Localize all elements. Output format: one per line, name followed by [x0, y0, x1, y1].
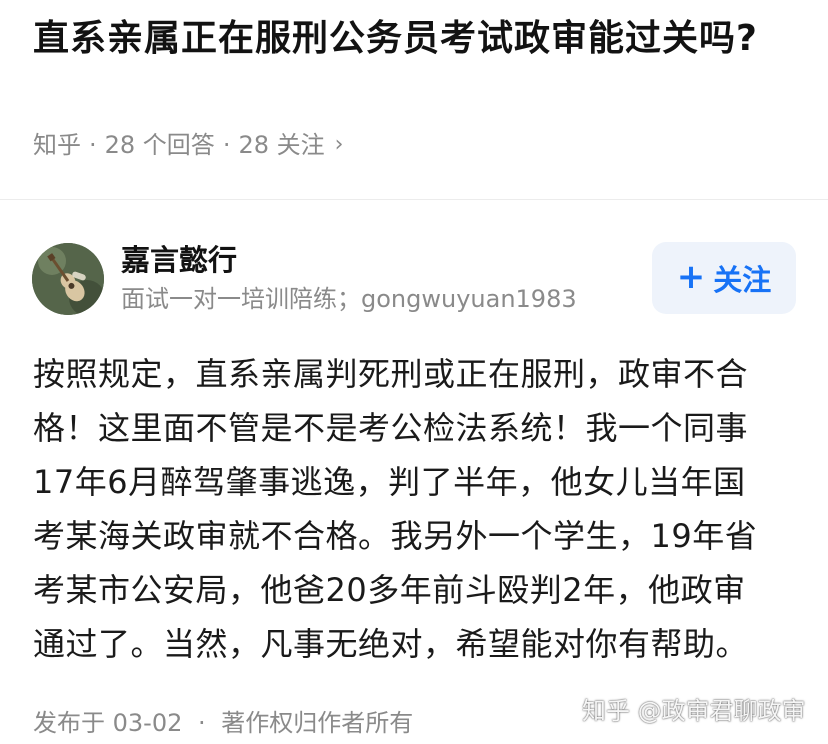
- author-avatar[interactable]: [32, 243, 104, 315]
- answer-line: 考某市公安局，他爸20多年前斗殴判2年，他政审: [33, 571, 746, 609]
- author-bio: 面试一对一培训陪练；gongwuyuan1983: [121, 285, 577, 313]
- answers-count: 28 个回答: [104, 131, 215, 159]
- source-label: 知乎: [33, 131, 81, 159]
- meta-separator: ·: [222, 131, 231, 159]
- answer-line: 格！这里面不管是不是考公检法系统！我一个同事: [33, 409, 749, 447]
- answer-line: 17年6月醉驾肇事逃逸，判了半年，他女儿当年国: [33, 463, 746, 501]
- meta-separator: ·: [198, 709, 206, 737]
- guitar-on-grass-avatar: [32, 243, 104, 315]
- follow-button[interactable]: + 关注: [652, 242, 796, 314]
- answer-footer-meta: 发布于 03-02 · 著作权归作者所有: [33, 706, 413, 740]
- answer-content[interactable]: 按照规定，直系亲属判死刑或正在服刑，政审不合 格！这里面不管是不是考公检法系统！…: [33, 347, 797, 671]
- answer-line: 考某海关政审就不合格。我另外一个学生，19年省: [33, 517, 758, 555]
- question-title[interactable]: 直系亲属正在服刑公务员考试政审能过关吗?: [33, 12, 793, 66]
- answer-line: 按照规定，直系亲属判死刑或正在服刑，政审不合: [33, 355, 749, 393]
- followers-count: 28 关注: [238, 131, 325, 159]
- section-divider: [0, 199, 828, 200]
- plus-icon: +: [676, 257, 706, 297]
- answer-page: 直系亲属正在服刑公务员考试政审能过关吗? 知乎 · 28 个回答 · 28 关注…: [0, 0, 828, 744]
- question-meta[interactable]: 知乎 · 28 个回答 · 28 关注 ›: [33, 128, 343, 162]
- answer-line: 通过了。当然，凡事无绝对，希望能对你有帮助。: [33, 625, 749, 663]
- publish-date: 发布于 03-02: [33, 709, 183, 737]
- watermark: 知乎 @政审君聊政审: [582, 697, 806, 725]
- copyright-notice: 著作权归作者所有: [221, 709, 414, 737]
- meta-separator: ·: [89, 131, 97, 159]
- chevron-right-icon: ›: [334, 132, 344, 157]
- author-name[interactable]: 嘉言懿行: [121, 240, 237, 280]
- follow-label: 关注: [713, 263, 772, 297]
